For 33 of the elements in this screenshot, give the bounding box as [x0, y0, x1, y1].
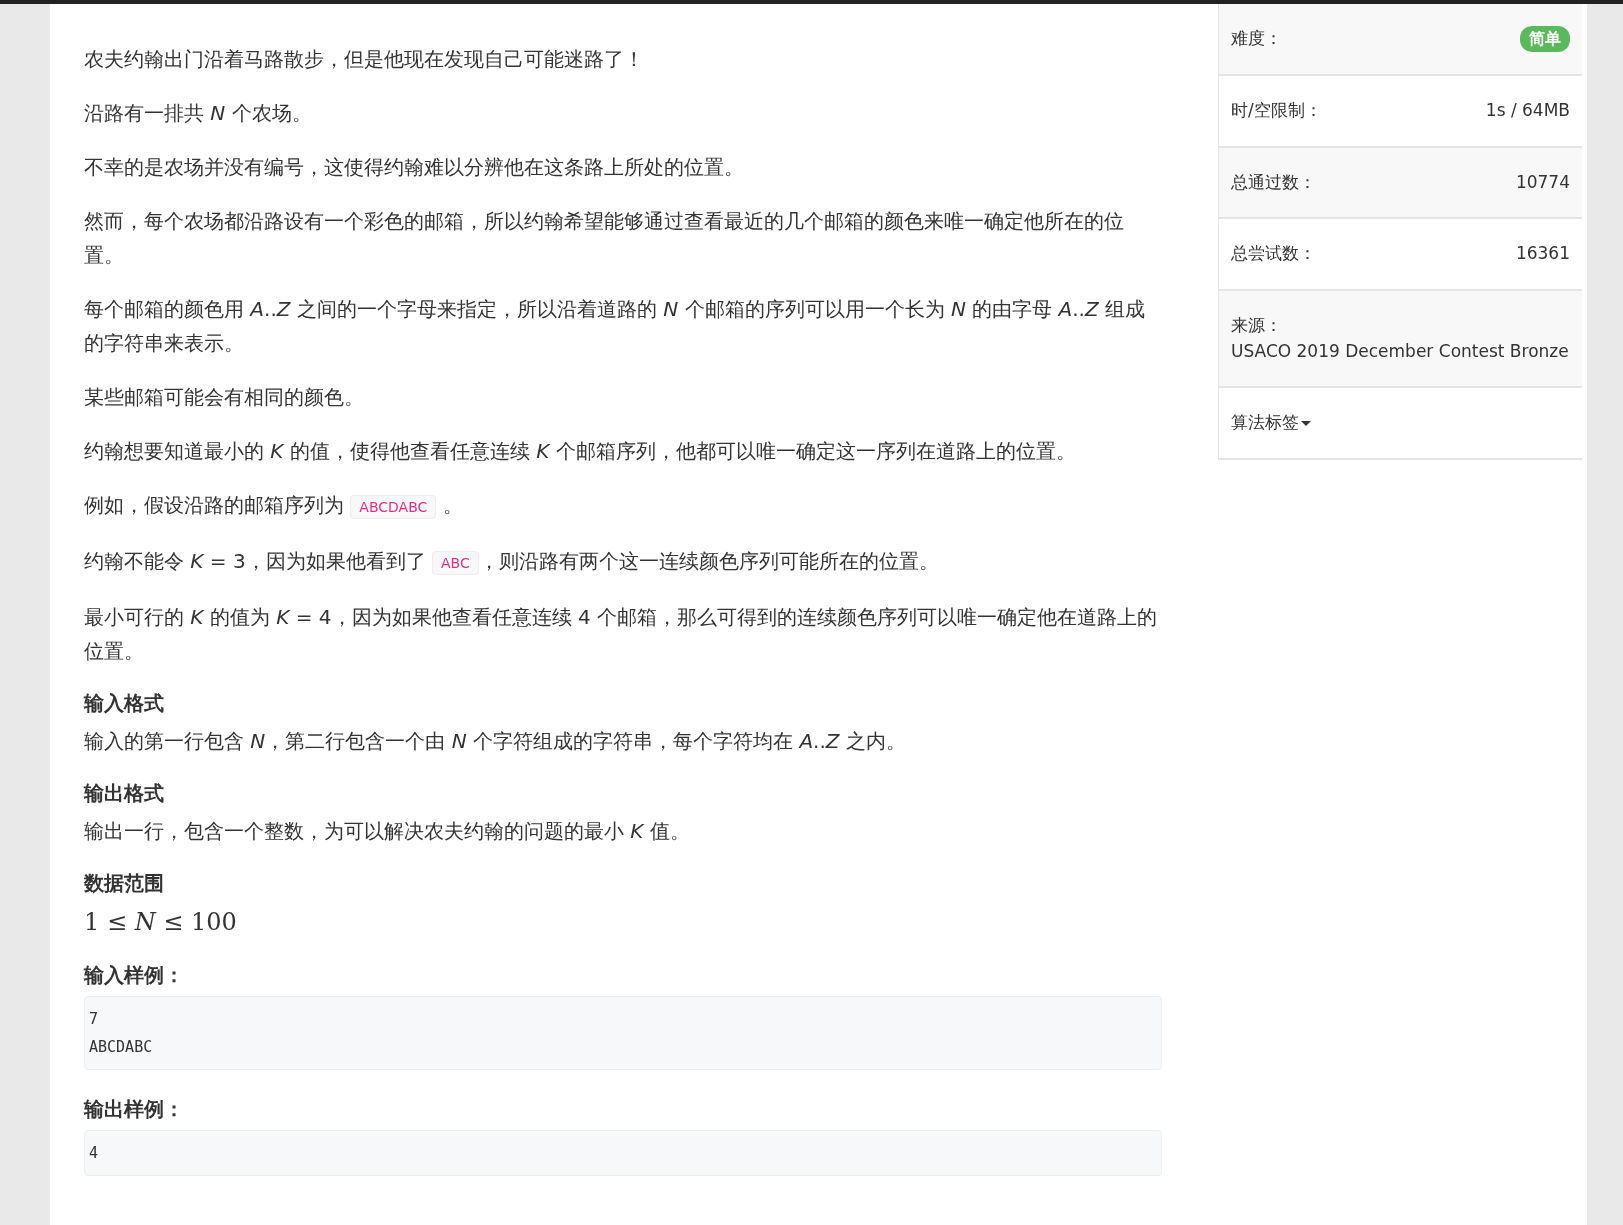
paragraph: 然而，每个农场都沿路设有一个彩色的邮箱，所以约翰希望能够通过查看最近的几个邮箱的颜色来唯一确定他所在的位置。	[84, 208, 1125, 269]
sample-block: 4	[84, 1130, 1162, 1176]
sample-block: 7 ABCDABC	[84, 996, 1162, 1070]
paragraph: 沿路有一排共 N 个农场。	[84, 100, 313, 127]
paragraph: 例如，假设沿路的邮箱序列为 ABCDABC 。	[84, 492, 464, 521]
section-heading: 输入样例：	[84, 962, 185, 989]
info-value: 10774	[1515, 170, 1570, 194]
difficulty-badge: 简单	[1520, 26, 1570, 52]
inline-code: ABC	[432, 551, 479, 575]
info-label: 总尝试数：	[1231, 242, 1316, 265]
info-label: 来源：	[1231, 313, 1283, 337]
info-label: 难度：	[1231, 27, 1282, 51]
section-heading: 输入格式	[84, 690, 165, 717]
info-value: 16361	[1515, 242, 1570, 265]
paragraph: 最小可行的 K 的值为 K = 4，因为如果他查看任意连续 4 个邮箱，那么可得到的连续颜色序列可以唯一确定他在道路上的位置。	[84, 604, 1158, 665]
inline-code: ABCDABC	[350, 495, 437, 519]
section-heading: 数据范围	[84, 870, 165, 897]
paragraph: 不幸的是农场并没有编号，这使得约翰难以分辨他在这条路上所处的位置。	[84, 154, 745, 181]
paragraph: 约翰不能令 K = 3，因为如果他看到了 ABC ，则沿路有两个这一连续颜色序列可能所在的位置。	[84, 548, 940, 577]
paragraph: 输出一行，包含一个整数，为可以解决农夫约翰的问题的最小 K 值。	[84, 818, 691, 845]
info-value: USACO 2019 December Contest Bronze	[1231, 340, 1570, 363]
tags-dropdown[interactable]: 算法标签	[1231, 412, 1311, 432]
formula: 1 ≤ N ≤ 100	[84, 907, 238, 938]
info-value: 1s / 64MB	[1485, 99, 1570, 122]
paragraph: 某些邮箱可能会有相同的颜色。	[84, 384, 365, 411]
section-heading: 输出样例：	[84, 1096, 185, 1123]
info-label: 时/空限制：	[1231, 99, 1322, 122]
paragraph: 农夫约翰出门沿着马路散步，但是他现在发现自己可能迷路了！	[84, 46, 645, 73]
paragraph: 约翰想要知道最小的 K 的值，使得他查看任意连续 K 个邮箱序列，他都可以唯一确定这一序列在道路上的位置。	[84, 438, 1077, 465]
paragraph: 输入的第一行包含 N，第二行包含一个由 N 个字符组成的字符串，每个字符均在 A..Z 之内。	[84, 728, 907, 755]
paragraph: 每个邮箱的颜色用 A..Z 之间的一个字母来指定，所以沿着道路的 N 个邮箱的序列可以用一个长为 N 的由字母 A..Z 组成的字符串来表示。	[84, 296, 1147, 357]
info-label: 总通过数：	[1231, 170, 1316, 194]
section-heading: 输出格式	[84, 780, 165, 807]
